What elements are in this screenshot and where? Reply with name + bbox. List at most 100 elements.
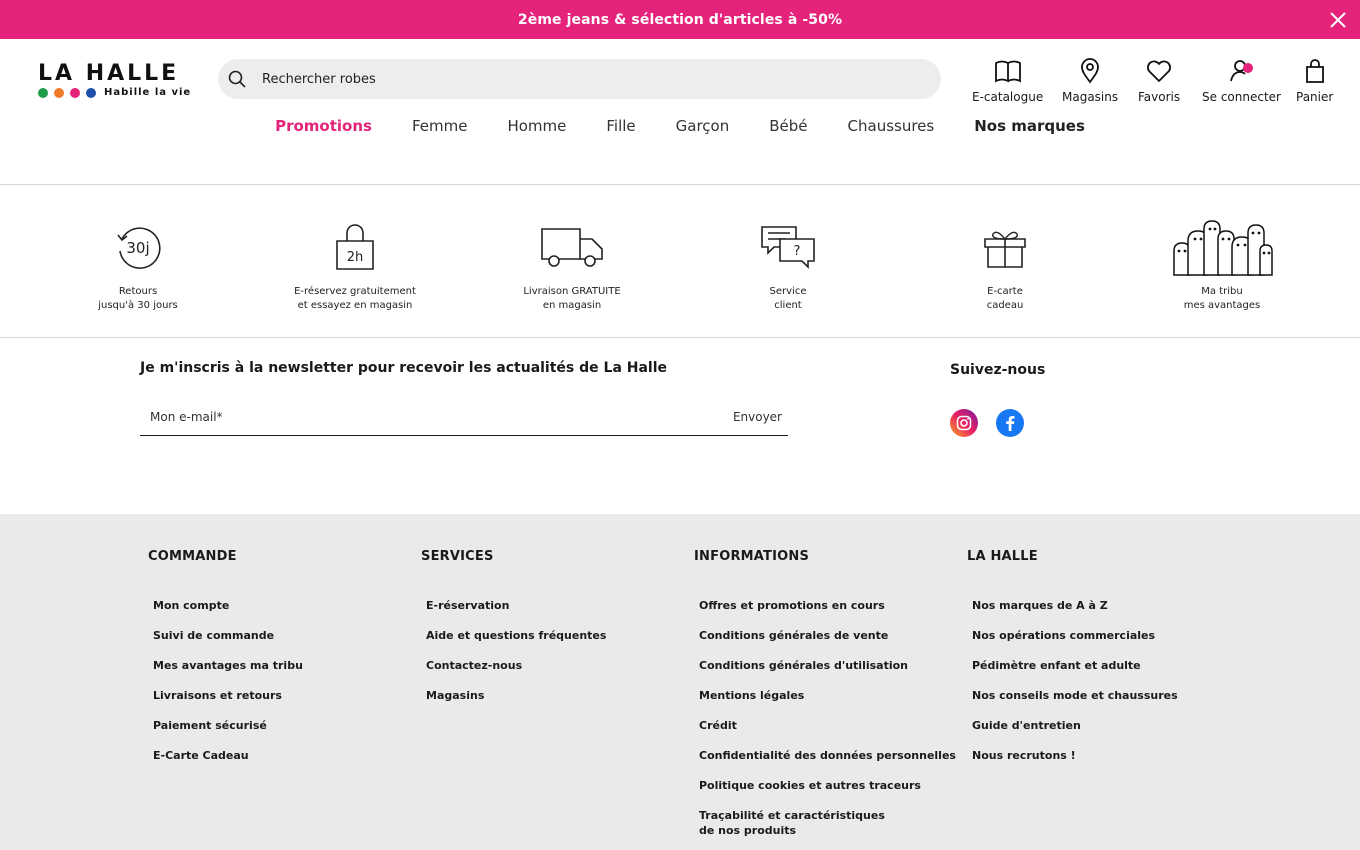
email-field[interactable]: Mon e-mail* Envoyer [140, 398, 788, 436]
nav-item-homme[interactable]: Homme [507, 117, 566, 135]
send-button[interactable]: Envoyer [733, 410, 782, 424]
brand-dot-pink [70, 87, 80, 98]
book-icon [994, 60, 1021, 83]
header-link-magasins[interactable]: Magasins [1062, 57, 1118, 104]
nav-item-nos-marques[interactable]: Nos marques [974, 117, 1085, 135]
reassurance-label: E-carte cadeau [986, 286, 1024, 311]
bag-icon [1305, 59, 1324, 83]
svg-text:2h: 2h [347, 250, 364, 265]
header-link-ecatalogue[interactable]: E-catalogue [972, 57, 1043, 104]
footer-link[interactable]: Guide d'entretien [972, 718, 1178, 733]
svg-text:30j: 30j [126, 239, 149, 257]
header-link-label: Se connecter [1202, 90, 1281, 104]
header-link-label: Panier [1296, 90, 1334, 104]
main-nav: Promotions Femme Homme Fille Garçon Bébé… [0, 117, 1360, 135]
reassurance-gift-card[interactable]: E-carte cadeau [925, 215, 1085, 313]
site-footer: COMMANDE Mon compte Suivi de commande Me… [0, 514, 1360, 850]
header-link-label: E-catalogue [972, 90, 1044, 104]
footer-link[interactable]: Mon compte [153, 598, 303, 613]
header-link-favoris[interactable]: Favoris [1138, 57, 1180, 104]
newsletter-title: Je m'inscris à la newsletter pour recevo… [140, 360, 668, 376]
nav-item-promotions[interactable]: Promotions [275, 117, 372, 135]
facebook-link[interactable] [996, 409, 1024, 437]
gift-icon [984, 231, 1026, 268]
footer-link[interactable]: Nos conseils mode et chaussures [972, 688, 1178, 703]
footer-link[interactable]: Nos marques de A à Z [972, 598, 1178, 613]
footer-link[interactable]: Confidentialité des données personnelles [699, 748, 956, 763]
reassurance-label: Service client [769, 286, 807, 311]
reassurance-service[interactable]: ? Service client [708, 215, 868, 313]
svg-text:?: ? [794, 244, 801, 259]
footer-link[interactable]: Mentions légales [699, 688, 956, 703]
follow-title: Suivez-nous [950, 362, 1046, 378]
footer-link[interactable]: Aide et questions fréquentes [426, 628, 606, 643]
footer-column-title: INFORMATIONS [694, 549, 810, 564]
reassurance-returns[interactable]: 30j Retours jusqu'à 30 jours [58, 215, 218, 313]
instagram-icon [956, 415, 972, 431]
tribe-characters-icon [1173, 220, 1273, 276]
footer-link[interactable]: Suivi de commande [153, 628, 303, 643]
brand-logo[interactable]: LA HALLE Habille la vie [38, 63, 193, 99]
search-icon [228, 70, 246, 88]
footer-link[interactable]: Nous recrutons ! [972, 748, 1178, 763]
footer-column-commande: COMMANDE Mon compte Suivi de commande Me… [148, 549, 303, 778]
reassurance-label: E-réservez gratuitement et essayez en ma… [294, 286, 416, 311]
footer-column-la-halle: LA HALLE Nos marques de A à Z Nos opérat… [967, 549, 1178, 778]
brand-dot-green [38, 87, 48, 98]
footer-link[interactable]: Mes avantages ma tribu [153, 658, 303, 673]
promo-banner-text[interactable]: 2ème jeans & sélection d'articles à -50% [518, 12, 842, 28]
brand-dot-orange [54, 87, 64, 98]
nav-item-chaussures[interactable]: Chaussures [848, 117, 935, 135]
footer-link[interactable]: Pédimètre enfant et adulte [972, 658, 1178, 673]
user-icon [1230, 60, 1254, 82]
nav-item-femme[interactable]: Femme [412, 117, 468, 135]
reassurance-ereserve[interactable]: 2h E-réservez gratuitement et essayez en… [275, 215, 435, 313]
truck-icon [541, 228, 603, 267]
reassurance-tribu[interactable]: Ma tribu mes avantages [1142, 215, 1302, 313]
reassurance-band: 30j Retours jusqu'à 30 jours 2h E-réserv… [0, 185, 1360, 338]
footer-link[interactable]: Crédit [699, 718, 956, 733]
footer-link[interactable]: Conditions générales d'utilisation [699, 658, 956, 673]
footer-link[interactable]: Traçabilité et caractéristiques de nos p… [699, 808, 899, 838]
footer-link[interactable]: Paiement sécurisé [153, 718, 303, 733]
heart-icon [1147, 60, 1172, 82]
reassurance-label: Livraison GRATUITE en magasin [523, 286, 621, 311]
footer-column-title: COMMANDE [148, 549, 237, 564]
reassurance-label: Ma tribu mes avantages [1183, 286, 1261, 311]
close-icon[interactable] [1328, 10, 1348, 30]
nav-item-bebe[interactable]: Bébé [769, 117, 807, 135]
map-pin-icon [1081, 58, 1099, 84]
brand-name: LA HALLE [38, 61, 180, 86]
footer-link[interactable]: Offres et promotions en cours [699, 598, 956, 613]
reserve-bag-icon: 2h [336, 224, 374, 270]
header-link-label: Favoris [1138, 90, 1181, 104]
returns-30-days-icon: 30j [117, 227, 161, 269]
footer-link[interactable]: Livraisons et retours [153, 688, 303, 703]
instagram-link[interactable] [950, 409, 978, 437]
header-link-panier[interactable]: Panier [1296, 57, 1333, 104]
search-placeholder: Rechercher robes [262, 71, 376, 87]
footer-link[interactable]: E-réservation [426, 598, 606, 613]
facebook-icon [1006, 416, 1015, 431]
reassurance-label: Retours jusqu'à 30 jours [98, 286, 178, 311]
search-input[interactable]: Rechercher robes [218, 59, 941, 99]
header-link-login[interactable]: Se connecter [1202, 57, 1281, 104]
footer-column-informations: INFORMATIONS Offres et promotions en cou… [694, 549, 956, 850]
nav-item-garcon[interactable]: Garçon [676, 117, 730, 135]
footer-link[interactable]: E-Carte Cadeau [153, 748, 303, 763]
footer-column-services: SERVICES E-réservation Aide et questions… [421, 549, 606, 718]
footer-link[interactable]: Politique cookies et autres traceurs [699, 778, 956, 793]
brand-tagline: Habille la vie [104, 87, 192, 98]
header-link-label: Magasins [1062, 90, 1119, 104]
promo-banner[interactable]: 2ème jeans & sélection d'articles à -50% [0, 0, 1360, 39]
footer-column-title: SERVICES [421, 549, 494, 564]
nav-item-fille[interactable]: Fille [606, 117, 635, 135]
footer-column-title: LA HALLE [967, 549, 1038, 564]
footer-link[interactable]: Magasins [426, 688, 606, 703]
chat-bubbles-icon: ? [761, 226, 815, 269]
reassurance-delivery[interactable]: Livraison GRATUITE en magasin [492, 215, 652, 313]
footer-link[interactable]: Nos opérations commerciales [972, 628, 1178, 643]
footer-link[interactable]: Conditions générales de vente [699, 628, 956, 643]
footer-link[interactable]: Contactez-nous [426, 658, 606, 673]
brand-dot-blue [86, 87, 96, 98]
